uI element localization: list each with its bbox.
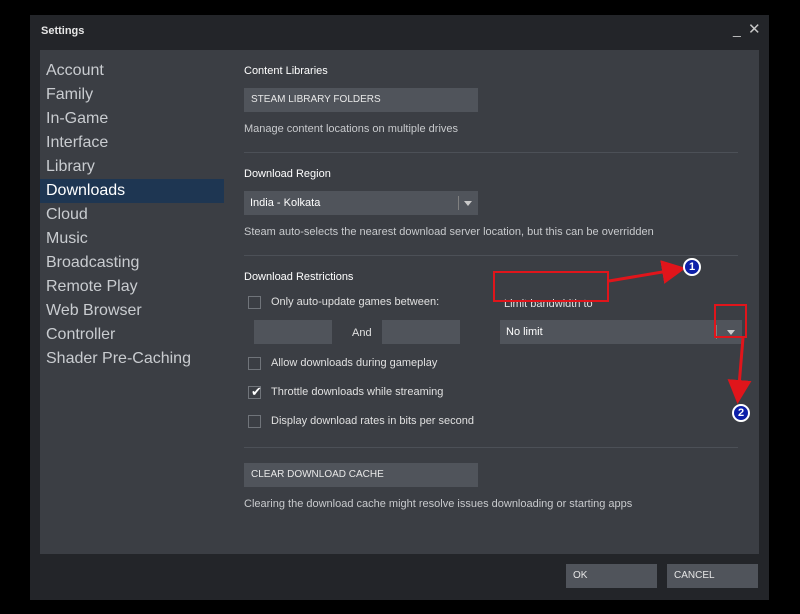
- step-badge-1: 1: [683, 258, 701, 276]
- arrow-to-badge-2: [727, 337, 752, 404]
- step-badge-2: 2: [732, 404, 750, 422]
- annotation-arrows: [608, 260, 752, 404]
- arrow-to-badge-1: [608, 260, 686, 284]
